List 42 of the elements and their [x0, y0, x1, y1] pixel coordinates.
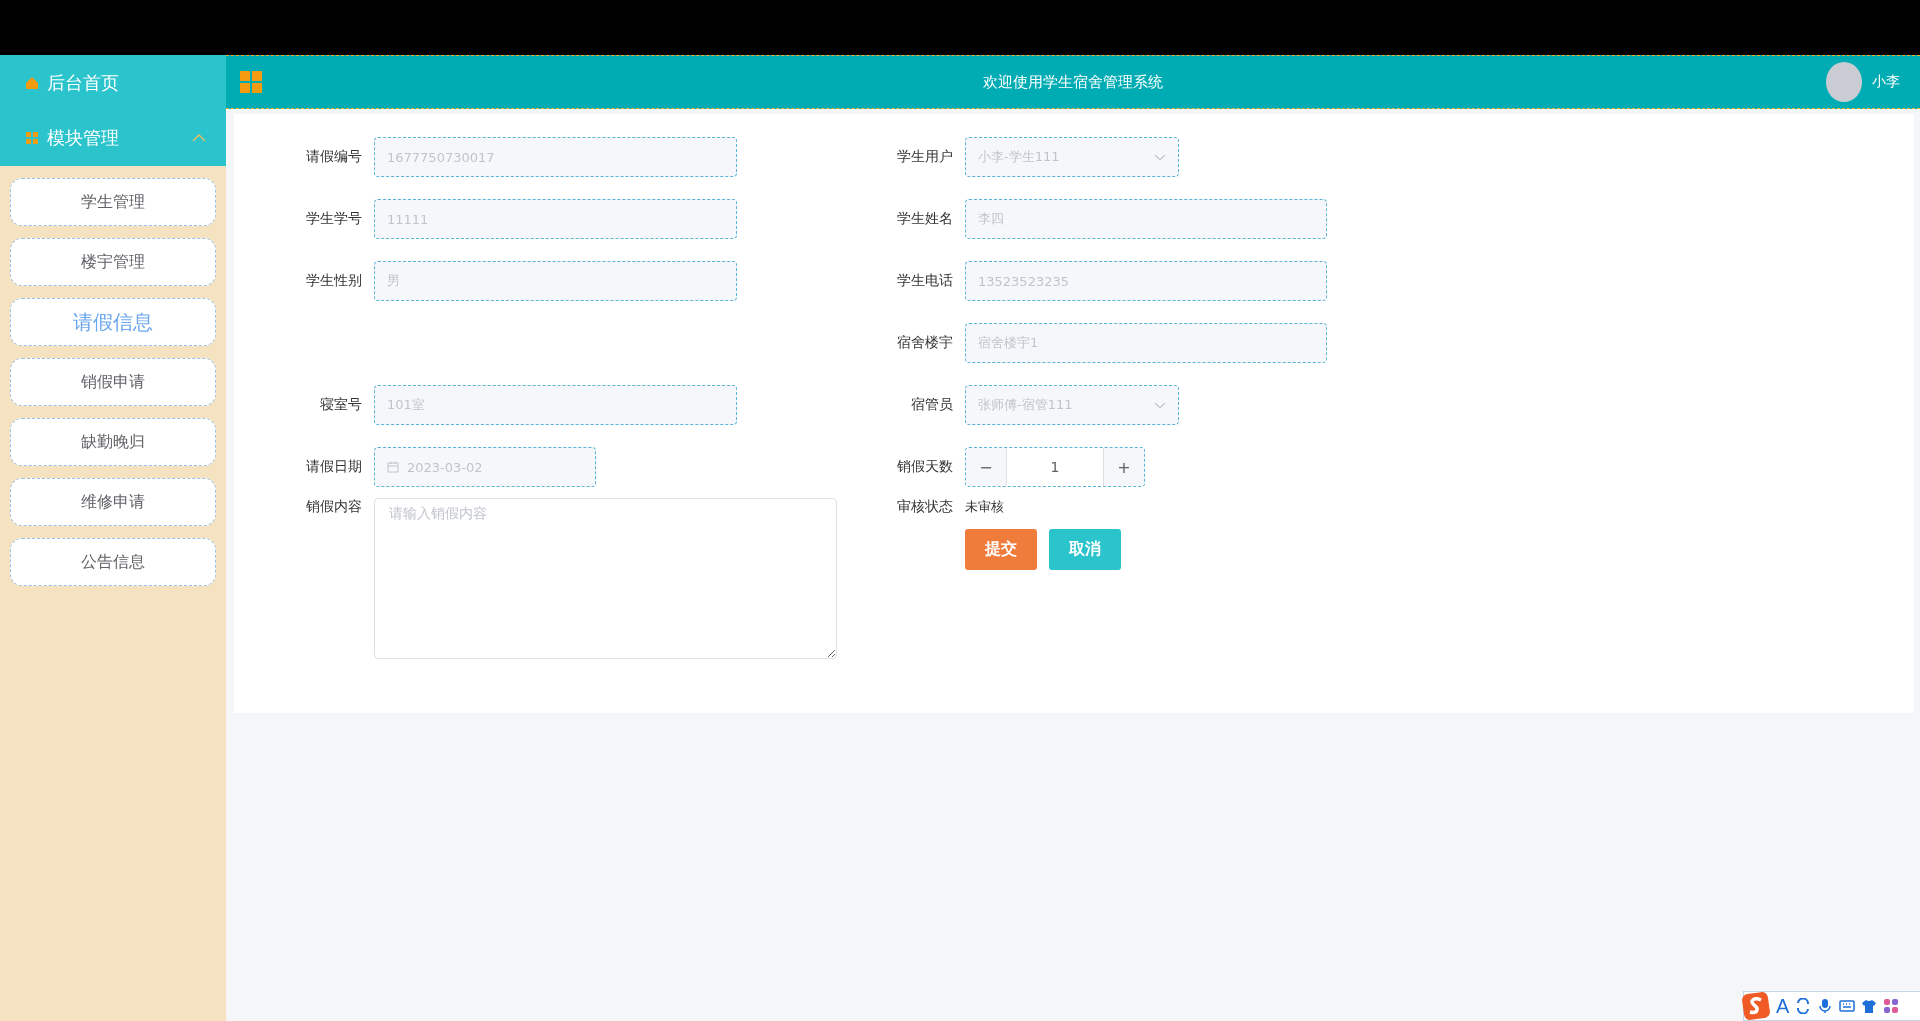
user-name[interactable]: 小李 [1872, 73, 1900, 91]
field-label: 宿舍楼宇 [896, 334, 953, 352]
field-label: 寝室号 [319, 396, 362, 414]
home-icon [25, 75, 39, 90]
field-label: 请假日期 [305, 458, 362, 476]
field-label: 销假内容 [305, 498, 362, 516]
menu-item[interactable]: 销假申请 [10, 358, 216, 406]
menu-item[interactable]: 公告信息 [10, 538, 216, 586]
nav-item[interactable]: 模块管理 [0, 110, 226, 165]
shirt-icon[interactable] [1861, 998, 1878, 1014]
field-label: 学生性别 [305, 272, 362, 290]
menu-item[interactable]: 学生管理 [10, 178, 216, 226]
field-label: 学生用户 [896, 148, 953, 166]
increment-button[interactable]: + [1104, 448, 1144, 486]
text-area[interactable]: 请输入销假内容 [374, 498, 837, 659]
field-label: 学生姓名 [896, 210, 953, 228]
keyboard-icon[interactable] [1839, 998, 1856, 1014]
microphone-icon[interactable] [1817, 998, 1834, 1014]
input-mode-text[interactable]: A [1776, 994, 1790, 1018]
chevron-down-icon [1154, 153, 1166, 161]
submit-button[interactable]: 提交 [965, 529, 1037, 570]
menu-item[interactable]: 缺勤晚归 [10, 418, 216, 466]
header-title: 欢迎使用学生宿舍管理系统 [983, 72, 1163, 92]
menu-item[interactable]: 维修申请 [10, 478, 216, 526]
grid-icon [25, 130, 39, 145]
menu-item[interactable]: 楼宇管理 [10, 238, 216, 286]
chevron-down-icon [1154, 401, 1166, 409]
field-label: 审核状态 [896, 498, 953, 516]
calendar-icon [387, 461, 399, 473]
field-label: 宿管员 [910, 396, 953, 414]
field-label: 请假编号 [305, 148, 362, 166]
field-label: 销假天数 [896, 458, 953, 476]
status-text: 未审核 [965, 498, 1004, 516]
field-label: 学生学号 [305, 210, 362, 228]
cancel-button[interactable]: 取消 [1049, 529, 1121, 570]
punctuation-icon[interactable] [1795, 998, 1812, 1014]
menu-item[interactable]: 请假信息 [10, 298, 216, 346]
nav-item[interactable]: 后台首页 [0, 55, 226, 110]
ime-logo-icon[interactable] [1742, 992, 1770, 1020]
decrement-button[interactable]: − [966, 448, 1006, 486]
grid-icon[interactable] [1883, 998, 1900, 1014]
field-label: 学生电话 [896, 272, 953, 290]
